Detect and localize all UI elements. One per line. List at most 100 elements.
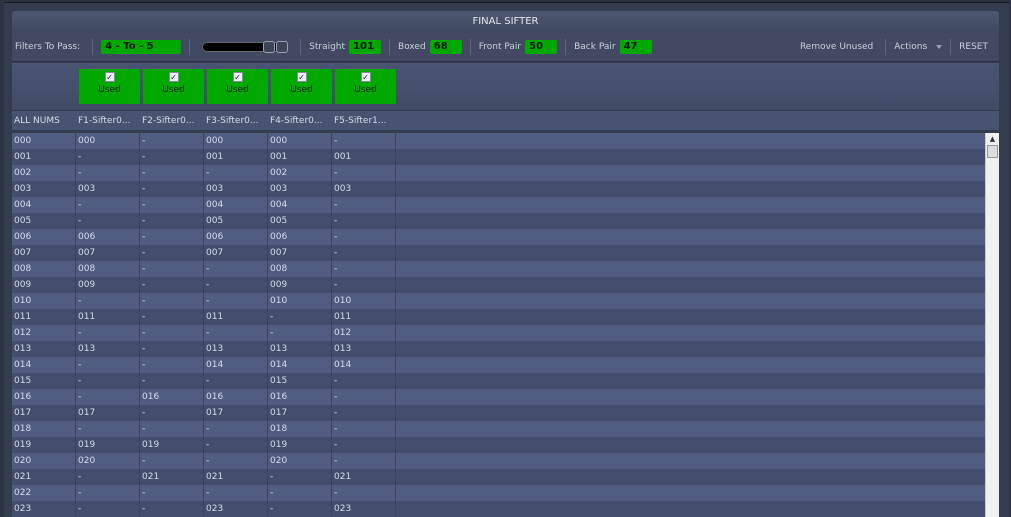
- table-cell: -: [140, 421, 204, 437]
- table-cell: -: [76, 357, 140, 373]
- table-cell: 016: [140, 389, 204, 405]
- table-cell: 012: [12, 325, 76, 341]
- table-cell: 020: [268, 453, 332, 469]
- table-cell: 010: [268, 293, 332, 309]
- checkbox-checked-icon[interactable]: ✓: [232, 72, 243, 82]
- table-row[interactable]: 019 019 019-019-: [12, 437, 985, 453]
- table-row[interactable]: 020 020- -020-: [12, 453, 985, 469]
- table-row[interactable]: 011 011-011-011: [12, 309, 985, 325]
- table-cell: -: [140, 309, 204, 325]
- table-cell: 014: [12, 357, 76, 373]
- scroll-thumb[interactable]: [987, 145, 998, 158]
- table-cell: 002: [268, 165, 332, 181]
- filter-3-toggle[interactable]: ✓ Used: [207, 69, 268, 104]
- table-cell: 001: [268, 149, 332, 165]
- table-cell: -: [332, 453, 396, 469]
- used-label: Used: [226, 85, 249, 95]
- reset-button[interactable]: RESET: [959, 42, 988, 52]
- column-header-all-nums[interactable]: ALL NUMS: [14, 116, 60, 126]
- table-row[interactable]: 017 017-017 017-: [12, 405, 985, 421]
- table-cell: -: [140, 453, 204, 469]
- table-cell: -: [332, 245, 396, 261]
- table-row[interactable]: 023- -023-023: [12, 501, 985, 517]
- table-row[interactable]: 014- -014 014 014: [12, 357, 985, 373]
- table-cell: 004: [204, 197, 268, 213]
- checkbox-checked-icon[interactable]: ✓: [104, 72, 115, 82]
- column-header-f3[interactable]: F3-Sifter0...: [206, 116, 258, 126]
- table-cell: 001: [12, 149, 76, 165]
- straight-value: 101: [349, 40, 382, 54]
- table-row[interactable]: 015- - -015-: [12, 373, 985, 389]
- table-row[interactable]: 002- - -002-: [12, 165, 985, 181]
- table-cell: -: [76, 293, 140, 309]
- table-cell: 017: [12, 405, 76, 421]
- table-cell: 019: [268, 437, 332, 453]
- table-cell: 005: [12, 213, 76, 229]
- vertical-scrollbar[interactable]: ▲: [985, 133, 999, 517]
- table-row[interactable]: 000 000-000 000-: [12, 133, 985, 149]
- actions-label: Actions: [894, 42, 928, 52]
- table-row[interactable]: 003 003-003 003 003: [12, 181, 985, 197]
- table-row[interactable]: 005- -005 005-: [12, 213, 985, 229]
- table-cell: -: [268, 501, 332, 517]
- boxed-value: 68: [429, 40, 462, 54]
- table-row[interactable]: 001- -001 001 001: [12, 149, 985, 165]
- filters-range-slider[interactable]: [202, 41, 289, 53]
- column-header-f1[interactable]: F1-Sifter0...: [78, 116, 130, 126]
- table-cell: -: [332, 277, 396, 293]
- table-cell: 009: [76, 277, 140, 293]
- table-row[interactable]: 006 006-006 006-: [12, 229, 985, 245]
- table-cell: 007: [12, 245, 76, 261]
- table-cell: -: [332, 373, 396, 389]
- slider-min-handle[interactable]: [263, 41, 276, 53]
- table-cell: -: [76, 213, 140, 229]
- table-row[interactable]: 008 008- -008-: [12, 261, 985, 277]
- table-cell: -: [332, 485, 396, 501]
- table-row[interactable]: 009 009- -009-: [12, 277, 985, 293]
- checkbox-checked-icon[interactable]: ✓: [168, 72, 179, 82]
- table-cell: -: [76, 165, 140, 181]
- filter-4-toggle[interactable]: ✓ Used: [271, 69, 332, 104]
- scroll-up-arrow-icon[interactable]: ▲: [986, 133, 999, 145]
- table-row[interactable]: 022- - - - -: [12, 485, 985, 501]
- actions-menu-button[interactable]: Actions: [894, 42, 943, 52]
- table-row[interactable]: 012- - - -012: [12, 325, 985, 341]
- table-row[interactable]: 016-016 016 016-: [12, 389, 985, 405]
- table-cell: 001: [204, 149, 268, 165]
- column-header-f5[interactable]: F5-Sifter1...: [334, 116, 386, 126]
- table-row[interactable]: 018- - -018-: [12, 421, 985, 437]
- window-title: FINAL SIFTER: [12, 11, 999, 33]
- table-cell: 006: [204, 229, 268, 245]
- table-cell: 005: [204, 213, 268, 229]
- column-headers: ALL NUMS F1-Sifter0... F2-Sifter0... F3-…: [12, 111, 999, 132]
- table-row[interactable]: 004- -004 004-: [12, 197, 985, 213]
- table-cell: 011: [204, 309, 268, 325]
- table-cell: -: [140, 277, 204, 293]
- table-row[interactable]: 013 013-013 013 013: [12, 341, 985, 357]
- table-cell: 003: [268, 181, 332, 197]
- table-row[interactable]: 010- - -010 010: [12, 293, 985, 309]
- table-cell: 004: [12, 197, 76, 213]
- table-cell: 019: [76, 437, 140, 453]
- filter-1-toggle[interactable]: ✓ Used: [79, 69, 140, 104]
- column-header-f4[interactable]: F4-Sifter0...: [270, 116, 322, 126]
- table-cell: 005: [268, 213, 332, 229]
- checkbox-checked-icon[interactable]: ✓: [360, 72, 371, 82]
- slider-max-handle[interactable]: [276, 41, 289, 53]
- table-cell: -: [332, 165, 396, 181]
- table-row[interactable]: 007 007-007 007-: [12, 245, 985, 261]
- column-header-f2[interactable]: F2-Sifter0...: [142, 116, 194, 126]
- table-cell: -: [332, 261, 396, 277]
- checkbox-checked-icon[interactable]: ✓: [296, 72, 307, 82]
- filter-2-toggle[interactable]: ✓ Used: [143, 69, 204, 104]
- remove-unused-button[interactable]: Remove Unused: [800, 42, 873, 52]
- table-cell: 023: [12, 501, 76, 517]
- filters-to-pass-label: Filters To Pass:: [15, 42, 81, 52]
- filter-5-toggle[interactable]: ✓ Used: [335, 69, 396, 104]
- table-row[interactable]: 021-021 021-021: [12, 469, 985, 485]
- table-cell: 020: [12, 453, 76, 469]
- table-cell: 008: [76, 261, 140, 277]
- used-label: Used: [354, 85, 377, 95]
- table-cell: 003: [12, 181, 76, 197]
- table-cell: -: [204, 277, 268, 293]
